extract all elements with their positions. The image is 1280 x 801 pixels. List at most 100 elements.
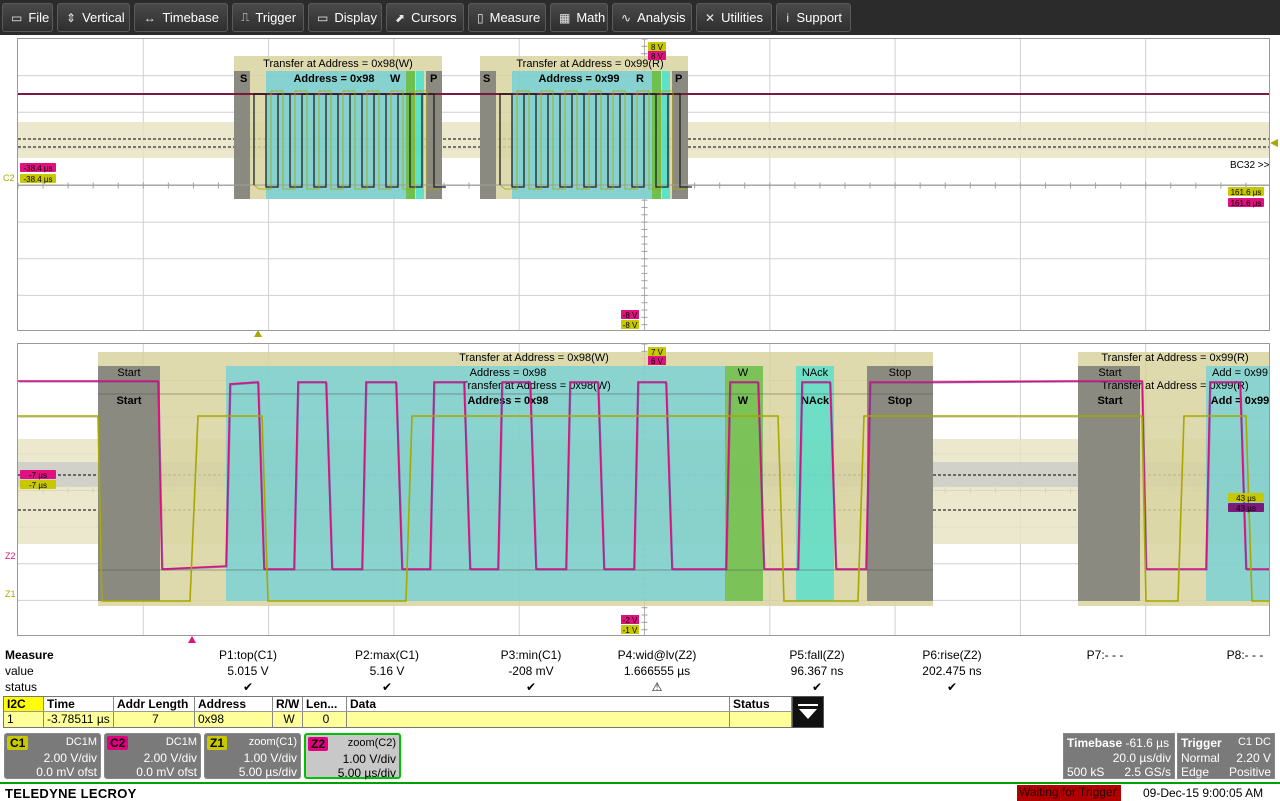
timebase-box[interactable]: Timebase -61.6 µs 20.0 µs/div 500 kS 2.5 GS… [1063, 733, 1175, 779]
trigger-slope: Positive [1228, 765, 1271, 779]
measure-param-2[interactable]: P2:max(C1) 5.16 V ✔ [322, 648, 452, 696]
measure-param-5[interactable]: P5:fall(Z2) 96.367 ns ✔ [752, 648, 882, 696]
decode-cell: 0x98 [195, 712, 273, 727]
menu-utilities-button[interactable]: ✕ Utilities [696, 3, 772, 32]
trigger-source: C1 DC [1237, 736, 1271, 748]
z2-channel-marker: Z2 [5, 551, 16, 561]
measure-name: P4:wid@lv(Z2) [617, 648, 697, 662]
decode-header-cell[interactable]: I2C [4, 697, 44, 711]
menu-timebase-button[interactable]: ↔ Timebase [134, 3, 228, 32]
menu-measure-button[interactable]: ▯ Measure [468, 3, 546, 32]
measure-value [1180, 664, 1280, 680]
decode-header-cell[interactable]: Data [347, 697, 730, 711]
menu-trigger-button[interactable]: ⎍ Trigger [232, 3, 304, 32]
channel-tag: Z2 [308, 737, 329, 751]
channel-vdiv: 2.00 V/div [43, 751, 97, 765]
measure-param-3[interactable]: P3:min(C1) -208 mV ✔ [466, 648, 596, 696]
trigger-level: 2.20 V [1236, 751, 1271, 765]
menu-math-button[interactable]: ▦ Math [550, 3, 608, 32]
menu-label: Utilities [721, 10, 763, 25]
channel-coupling: zoom(C1) [248, 736, 297, 748]
menu-label: File [28, 10, 50, 25]
channel-coupling: DC1M [65, 736, 97, 748]
decode-header-cell[interactable]: Time [44, 697, 114, 711]
menu-label: Display [334, 10, 377, 25]
stop-label: P [430, 73, 437, 85]
decode-header-cell[interactable]: R/W [273, 697, 303, 711]
measure-param-6[interactable]: P6:rise(Z2) 202.475 ns ✔ [887, 648, 1017, 696]
rw-label: R [636, 73, 644, 85]
measure-param-4[interactable]: P4:wid@lv(Z2) 1.666555 µs ⚠ [592, 648, 722, 696]
measure-status: ✔ [381, 680, 393, 694]
trigger-box[interactable]: Trigger C1 DC Normal 2.20 V Edge Positive [1177, 733, 1275, 779]
measure-status-label: status [5, 680, 38, 694]
decode-header-cell[interactable]: Status [730, 697, 792, 711]
channel-box-c2[interactable]: C2 DC1M 2.00 V/div 0.0 mV ofst [104, 733, 201, 779]
measure-param-1[interactable]: P1:top(C1) 5.015 V ✔ [183, 648, 313, 696]
timebase-title: Timebase [1067, 736, 1123, 750]
zoom-waveform-grid[interactable]: Transfer at Address = 0x98(W) Transfer at… [17, 343, 1270, 636]
i2c-decode-table[interactable]: I2C Time Addr Length Address R/W Len... Data St… [3, 696, 793, 728]
menu-label: Cursors [411, 10, 457, 25]
measure-name: P8:- - - [1226, 648, 1264, 662]
table-row[interactable]: 1 -3.78511 µs 7 0x98 W 0 [4, 711, 792, 727]
decode-header-cell[interactable]: Len... [303, 697, 347, 711]
math-icon: ▦ [559, 10, 571, 25]
menu-support-button[interactable]: i Support [776, 3, 851, 32]
measure-value [1040, 664, 1170, 680]
menu-label: Math [576, 10, 606, 25]
status-bar: TELEDYNE LECROY Waiting for Trigger 09-D… [0, 782, 1280, 801]
channel-box-c1[interactable]: C1 DC1M 2.00 V/div 0.0 mV ofst [4, 733, 101, 779]
address-field [266, 71, 406, 199]
offscreen-decode-indicator: BC32 >> [1230, 160, 1270, 171]
measure-param-8[interactable]: P8:- - - [1180, 648, 1280, 696]
cursor-right-readout: 161.6 µs [1231, 188, 1262, 197]
menu-display-button[interactable]: ▭ Display [308, 3, 382, 32]
vertical-icon: ⇕ [66, 10, 77, 25]
decode-cell [730, 712, 792, 727]
measure-value-label: value [5, 664, 34, 678]
cursor-right-readout: 43 µs [1236, 504, 1256, 513]
menu-analysis-button[interactable]: ∿ Analysis [612, 3, 692, 32]
address-field [512, 71, 652, 199]
support-icon: i [786, 10, 790, 25]
zoom-trigger-marker [188, 636, 196, 643]
channel-box-z2[interactable]: Z2 zoom(C2) 1.00 V/div 5.00 µs/div [304, 733, 401, 780]
menu-label: Trigger [255, 10, 297, 25]
frame-title: Transfer at Address = 0x98(W) [459, 352, 609, 364]
measure-table: Measure value status P1:top(C1) 5.015 V ✔ P… [0, 645, 1280, 695]
frame-address: Address = 0x98 [467, 395, 548, 407]
main-waveform-grid[interactable]: Transfer at Address = 0x98(W) Address = 0… [17, 38, 1270, 331]
volt-top-readout: 8 V [651, 52, 664, 61]
stop-label: Stop [889, 367, 912, 379]
measure-name: P3:min(C1) [500, 648, 562, 662]
cursor-left-readout: -38.4 µs [23, 164, 52, 173]
stop-label: P [675, 73, 682, 85]
menu-cursors-button[interactable]: ⬈ Cursors [386, 3, 464, 32]
cursor-left-readout: -38.4 µs [23, 175, 52, 184]
menu-label: Vertical [82, 10, 125, 25]
channel-offset: 0.0 mV ofst [36, 765, 97, 779]
channel-box-z1[interactable]: Z1 zoom(C1) 1.00 V/div 5.00 µs/div [204, 733, 301, 779]
measure-status: ✔ [242, 680, 254, 694]
decode-header-cell[interactable]: Address [195, 697, 273, 711]
file-icon: ▭ [11, 10, 23, 25]
measure-param-7[interactable]: P7:- - - [1040, 648, 1170, 696]
brand-logo: TELEDYNE LECROY [5, 786, 137, 801]
decode-table-toggle-button[interactable] [792, 696, 824, 728]
measure-value: -208 mV [508, 664, 554, 678]
menu-vertical-button[interactable]: ⇕ Vertical [57, 3, 130, 32]
start-label: Start [116, 395, 141, 407]
rw-label: W [738, 367, 749, 379]
timebase-delay: -61.6 µs [1125, 736, 1170, 750]
decode-header-cell[interactable]: Addr Length [114, 697, 195, 711]
measure-value: 202.475 ns [922, 664, 982, 678]
trigger-title: Trigger [1181, 736, 1222, 750]
measure-value: 5.015 V [227, 664, 269, 678]
start-label: Start [117, 367, 140, 379]
trigger-mode: Normal [1181, 751, 1220, 765]
measure-status: ✔ [525, 680, 537, 694]
trigger-position-marker [254, 330, 262, 337]
decode-cell: 1 [4, 712, 44, 727]
menu-file-button[interactable]: ▭ File [2, 3, 53, 32]
